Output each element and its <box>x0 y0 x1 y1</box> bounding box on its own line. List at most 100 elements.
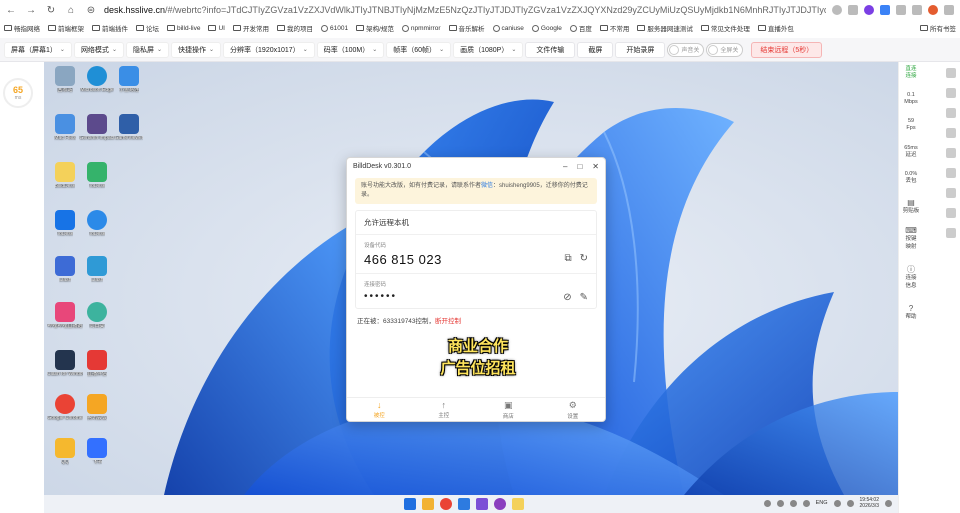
desktop-icon[interactable]: QQ <box>47 438 83 466</box>
language-indicator[interactable]: ENG <box>816 500 828 506</box>
browser-side-tool-icon[interactable] <box>946 208 956 218</box>
resolution-select[interactable]: 分辨率（1920x1017） ⌄ <box>223 41 315 58</box>
desktop-icon[interactable]: 向日葵 <box>79 302 115 330</box>
tab-controlled[interactable]: ↓ 被控 <box>347 398 412 421</box>
browser-side-tool-icon[interactable] <box>946 188 956 198</box>
desktop-icon[interactable]: 直播伴侣 <box>79 350 115 378</box>
bookmark-item[interactable]: 畅指网络 <box>4 23 40 33</box>
billd-desk-icon[interactable] <box>512 498 524 510</box>
browser-side-tool-icon[interactable] <box>946 148 956 158</box>
bookmark-item[interactable]: 开发常用 <box>232 23 269 33</box>
desktop-icon[interactable]: ToDesk <box>79 162 115 190</box>
bookmark-item[interactable]: npmmirror <box>401 24 441 32</box>
desktop-icon[interactable]: Clash <box>79 256 115 284</box>
desktop-icon[interactable]: 腾讯会议 <box>79 394 115 422</box>
quality-select[interactable]: 画质（1080P） ⌄ <box>453 41 524 58</box>
volume-icon[interactable] <box>846 499 854 507</box>
framerate-select[interactable]: 帧率（60帧） ⌄ <box>386 41 452 58</box>
desktop-icon[interactable]: Genshin Impact <box>79 114 115 142</box>
bookmark-item[interactable]: 前端框架 <box>48 23 84 33</box>
bookmark-item[interactable]: 61001 <box>320 24 348 32</box>
bookmark-item[interactable]: 百度 <box>569 23 592 33</box>
home-icon[interactable]: ⌂ <box>64 3 78 17</box>
site-info-icon[interactable]: ⊜ <box>84 3 98 17</box>
bookmark-item[interactable]: 音乐解析 <box>448 23 485 33</box>
bookmark-item[interactable]: Google <box>531 24 562 32</box>
bookmark-item[interactable]: 前端插件 <box>92 23 128 33</box>
desktop-icon[interactable]: ToDesk <box>79 210 115 238</box>
maximize-icon[interactable]: □ <box>577 162 582 171</box>
tray-app-icon[interactable] <box>802 499 810 507</box>
app-icon[interactable] <box>494 498 506 510</box>
chrome-icon[interactable] <box>440 498 452 510</box>
bookmark-item[interactable]: 论坛 <box>136 23 159 33</box>
bookmark-item[interactable]: 不常用 <box>599 23 629 33</box>
network-mode-select[interactable]: 网络模式 ⌄ <box>73 41 124 58</box>
menu-kebab-icon[interactable] <box>944 5 954 15</box>
screenshot-button[interactable]: 截屏 <box>577 41 614 58</box>
windows-start-icon[interactable] <box>404 498 416 510</box>
screen-select[interactable]: 屏幕（屏幕1） ⌄ <box>4 41 72 58</box>
desktop-icon[interactable]: 哔哩哔哩直播姬 <box>47 302 83 330</box>
file-explorer-icon[interactable] <box>422 498 434 510</box>
bookmark-item[interactable]: 架构/规范 <box>356 23 394 33</box>
close-icon[interactable]: ✕ <box>592 162 599 171</box>
copy-icon[interactable]: ⧉ <box>564 253 571 264</box>
desktop-icon[interactable]: GameViewer <box>111 114 147 142</box>
bookmark-star-icon[interactable] <box>848 5 858 15</box>
end-remote-button[interactable]: 结束远程（5秒） <box>751 41 823 58</box>
tab-store[interactable]: ▣ 商店 <box>476 398 541 421</box>
desktop-icon[interactable]: Clash <box>47 256 83 284</box>
browser-side-tool-icon[interactable] <box>946 228 956 238</box>
tab-controller[interactable]: ↑ 主控 <box>412 398 477 421</box>
minimize-icon[interactable]: – <box>563 162 567 171</box>
bookmark-item[interactable]: UI <box>208 25 225 32</box>
bookmark-item[interactable]: 直播外包 <box>757 23 794 33</box>
key-icon[interactable] <box>832 5 842 15</box>
desktop-icon[interactable]: Microsoft Edge <box>79 66 115 94</box>
tray-app-icon[interactable] <box>776 499 784 507</box>
file-transfer-button[interactable]: 文件传输 <box>525 41 576 58</box>
bookmark-item[interactable]: 常见文件处理 <box>700 23 750 33</box>
desktop-icon[interactable]: Google Chrome <box>47 394 83 422</box>
wifi-icon[interactable] <box>833 499 841 507</box>
clock[interactable]: 19:54:02 2026/3/3 <box>860 497 879 509</box>
billddesk-window[interactable]: BilldDesk v0.301.0 – □ ✕ 账号功能大改版，如有付费记录，… <box>346 157 606 422</box>
all-bookmarks[interactable]: 所有书签 <box>920 23 956 33</box>
sidebar-toggle-icon[interactable] <box>912 5 922 15</box>
notification-icon[interactable] <box>885 499 892 507</box>
keymap-button[interactable]: ⌨ 按键 映射 <box>899 226 923 251</box>
sound-toggle[interactable]: 声音关 <box>667 42 705 57</box>
refresh-icon[interactable]: ↻ <box>580 253 588 264</box>
browser-side-tool-icon[interactable] <box>946 168 956 178</box>
desktop-icon[interactable]: BilldDesk <box>47 162 83 190</box>
tray-app-icon[interactable] <box>789 499 797 507</box>
tray-app-icon[interactable] <box>763 499 771 507</box>
privacy-screen-select[interactable]: 隐私屏 ⌄ <box>125 41 169 58</box>
shortcut-select[interactable]: 快捷操作 ⌄ <box>171 41 222 58</box>
connection-info-button[interactable]: ⓘ 连接 信息 <box>899 265 923 290</box>
help-button[interactable]: ? 帮助 <box>899 304 923 322</box>
back-icon[interactable]: ← <box>4 3 18 17</box>
disconnect-link[interactable]: 断开控制 <box>435 318 461 325</box>
address-bar[interactable]: desk.hsslive.cn/#/webrtc?info=JTdCJTIyZG… <box>104 5 826 15</box>
vscode-icon[interactable] <box>458 498 470 510</box>
desktop-icon[interactable]: Clash for Windows <box>47 350 83 378</box>
browser-side-tool-icon[interactable] <box>946 108 956 118</box>
ad-banner[interactable]: 商业合作 广告位招租 <box>423 336 533 380</box>
clipboard-button[interactable]: ▤ 剪贴板 <box>899 198 923 216</box>
record-button[interactable]: 开始录屏 <box>615 41 666 58</box>
profile-avatar[interactable] <box>928 5 938 15</box>
browser-side-tool-icon[interactable] <box>946 128 956 138</box>
edit-icon[interactable]: ✎ <box>580 292 588 303</box>
wechat-link[interactable]: 微信 <box>481 183 493 189</box>
remote-desktop[interactable]: 回收站 Microsoft Edge 小鱼易连 Mac Files Genshi… <box>44 62 898 495</box>
desktop-icon[interactable]: 小鱼易连 <box>111 66 147 94</box>
tab-settings[interactable]: ⚙ 设置 <box>541 398 606 421</box>
bookmark-item[interactable]: billd-live <box>167 25 200 32</box>
desktop-icon[interactable]: 飞书 <box>79 438 115 466</box>
extension-badge-icon[interactable] <box>864 5 874 15</box>
bitrate-select[interactable]: 码率（100M） ⌄ <box>316 41 385 58</box>
fullscreen-toggle[interactable]: 全屏关 <box>706 42 744 57</box>
forward-icon[interactable]: → <box>24 3 38 17</box>
